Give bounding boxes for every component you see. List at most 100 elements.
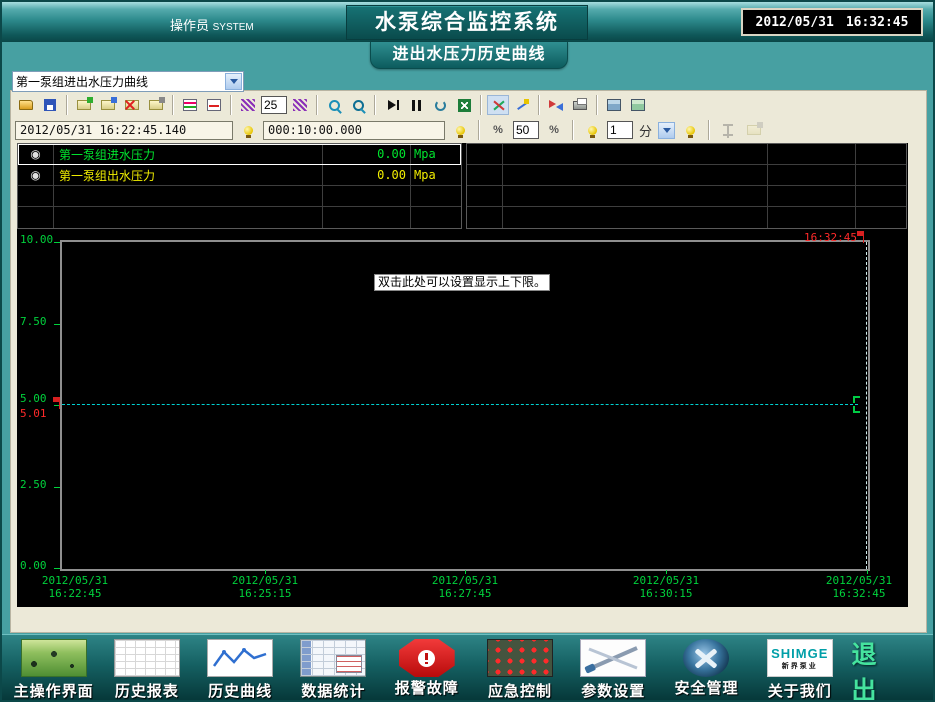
x-tick-time: 16:27:45 bbox=[417, 587, 513, 600]
alarm-fault-icon bbox=[399, 639, 455, 677]
jump-cursor-icon[interactable] bbox=[545, 95, 567, 115]
interval-bulb-icon[interactable] bbox=[581, 120, 603, 140]
empty-cell bbox=[467, 165, 503, 185]
history-curve-icon bbox=[207, 639, 273, 677]
curves-visible-toggle[interactable] bbox=[487, 95, 509, 115]
nav-alarm-fault[interactable]: 报警故障 bbox=[381, 639, 472, 698]
alarm-circle bbox=[418, 650, 435, 667]
pen-row-empty[interactable] bbox=[467, 186, 906, 207]
span-decrease-icon[interactable] bbox=[237, 95, 259, 115]
time-zoom-out-icon[interactable] bbox=[347, 95, 369, 115]
percent-input[interactable] bbox=[513, 121, 539, 139]
pen-row-empty[interactable] bbox=[18, 207, 461, 228]
cursor-flag-icon[interactable] bbox=[863, 231, 864, 243]
window-layout2-icon[interactable] bbox=[627, 95, 649, 115]
pen-unit: Mpa bbox=[411, 165, 461, 185]
nav-label: 主操作界面 bbox=[14, 680, 94, 701]
time-cursor-line[interactable] bbox=[866, 242, 867, 569]
x-axis-tick-label: 2012/05/31 16:25:15 bbox=[217, 574, 313, 600]
curve-values-icon[interactable] bbox=[511, 95, 533, 115]
window-layout-icon[interactable] bbox=[603, 95, 625, 115]
pen-row-outlet[interactable]: ◉ 第一泵组出水压力 0.00 Mpa bbox=[18, 165, 461, 186]
toolbar-row-1 bbox=[15, 93, 649, 117]
trend-multi-icon[interactable] bbox=[179, 95, 201, 115]
apply-bulb-icon[interactable] bbox=[679, 120, 701, 140]
x-axis-tick-label: 2012/05/31 16:32:45 bbox=[811, 574, 907, 600]
pause-icon[interactable] bbox=[405, 95, 427, 115]
data-statistics-icon bbox=[300, 639, 366, 677]
nav-history-curve[interactable]: 历史曲线 bbox=[195, 639, 286, 701]
interval-unit-combo[interactable] bbox=[658, 122, 675, 139]
export-excel-icon[interactable] bbox=[453, 95, 475, 115]
pen-add-icon[interactable] bbox=[73, 95, 95, 115]
time-zoom-in-icon[interactable] bbox=[323, 95, 345, 115]
main-screen-icon bbox=[21, 639, 87, 677]
x-tick-time: 16:30:15 bbox=[618, 587, 714, 600]
step-forward-icon[interactable] bbox=[381, 95, 403, 115]
pen-unit: Mpa bbox=[411, 144, 461, 164]
pen-group-icon[interactable] bbox=[97, 95, 119, 115]
limit-dashed-line[interactable] bbox=[62, 404, 858, 405]
nav-label: 报警故障 bbox=[395, 677, 459, 698]
percent-decrease-icon[interactable]: % bbox=[487, 120, 509, 140]
trend-single-icon[interactable] bbox=[203, 95, 225, 115]
nav-label: 历史报表 bbox=[115, 680, 179, 701]
refresh-icon[interactable] bbox=[429, 95, 451, 115]
nav-about-us[interactable]: SHIMGE 新界泵业 关于我们 bbox=[754, 639, 845, 701]
start-time-field[interactable]: 2012/05/31 16:22:45.140 bbox=[15, 121, 233, 140]
nav-data-statistics[interactable]: 数据统计 bbox=[288, 639, 379, 701]
open-file-icon[interactable] bbox=[15, 95, 37, 115]
pen-name: 第一泵组出水压力 bbox=[54, 165, 323, 185]
empty-cell bbox=[411, 186, 461, 206]
pen-row-empty[interactable] bbox=[467, 165, 906, 186]
curve-selector-value: 第一泵组进出水压力曲线 bbox=[13, 73, 224, 90]
visibility-eye-icon[interactable]: ◉ bbox=[18, 165, 54, 185]
pen-row-empty[interactable] bbox=[467, 207, 906, 228]
empty-cell bbox=[503, 165, 768, 185]
empty-cell bbox=[467, 207, 503, 228]
nav-emergency-control[interactable]: 应急控制 bbox=[474, 639, 565, 701]
nav-security-management[interactable]: 安全管理 bbox=[661, 639, 752, 698]
pen-delete-icon[interactable] bbox=[121, 95, 143, 115]
emergency-control-icon bbox=[487, 639, 553, 677]
toolbar-separator bbox=[374, 95, 376, 115]
app-window: 操作员 SYSTEM 水泵综合监控系统 2012/05/31 16:32:45 … bbox=[0, 0, 935, 702]
interval-input[interactable] bbox=[607, 121, 633, 139]
print-icon[interactable] bbox=[569, 95, 591, 115]
exit-button[interactable]: 退出 bbox=[847, 627, 927, 702]
chevron-down-icon[interactable] bbox=[225, 73, 242, 90]
empty-cell bbox=[856, 186, 906, 206]
pen-config-icon[interactable] bbox=[145, 95, 167, 115]
y-axis-tick-label: 10.00 bbox=[20, 233, 60, 246]
span-increase-icon[interactable] bbox=[289, 95, 311, 115]
nav-main-screen[interactable]: 主操作界面 bbox=[8, 639, 99, 701]
page-title: 水泵综合监控系统 bbox=[346, 5, 588, 40]
x-tick-date: 2012/05/31 bbox=[27, 574, 123, 587]
empty-cell bbox=[467, 186, 503, 206]
limit-flag-icon[interactable] bbox=[59, 397, 60, 409]
operator-label: 操作员 bbox=[170, 18, 209, 33]
pen-row-empty[interactable] bbox=[467, 144, 906, 165]
y-axis-tick-label: 7.50 bbox=[20, 315, 60, 328]
x-tick-date: 2012/05/31 bbox=[217, 574, 313, 587]
pen-row-inlet[interactable]: ◉ 第一泵组进水压力 0.00 Mpa bbox=[18, 144, 461, 165]
nav-parameter-settings[interactable]: 参数设置 bbox=[568, 639, 659, 701]
empty-cell bbox=[18, 186, 54, 206]
span-input[interactable] bbox=[261, 96, 287, 114]
curve-selector[interactable]: 第一泵组进出水压力曲线 bbox=[12, 71, 244, 92]
duration-field[interactable]: 000:10:00.000 bbox=[263, 121, 445, 140]
main-panel: 2012/05/31 16:22:45.140 000:10:00.000 % … bbox=[10, 90, 927, 633]
pen-row-empty[interactable] bbox=[18, 186, 461, 207]
visibility-eye-icon[interactable]: ◉ bbox=[18, 144, 54, 164]
toolbar-separator bbox=[708, 120, 710, 140]
percent-increase-icon[interactable]: % bbox=[543, 120, 565, 140]
nav-history-report[interactable]: 历史报表 bbox=[101, 639, 192, 701]
empty-cell bbox=[768, 207, 856, 228]
save-icon[interactable] bbox=[39, 95, 61, 115]
brand-subtitle: 新界泵业 bbox=[782, 661, 818, 671]
parameter-settings-icon bbox=[580, 639, 646, 677]
duration-bulb-icon[interactable] bbox=[449, 120, 471, 140]
start-time-bulb-icon[interactable] bbox=[237, 120, 259, 140]
x-tick-time: 16:25:15 bbox=[217, 587, 313, 600]
shimge-logo: SHIMGE 新界泵业 bbox=[767, 639, 833, 677]
